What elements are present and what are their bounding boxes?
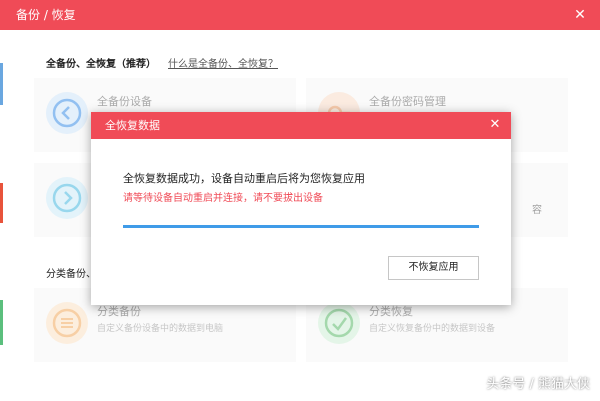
dialog-close-icon[interactable]: ✕ <box>485 115 505 135</box>
dialog-title: 全恢复数据 <box>105 119 160 132</box>
card-title: 全备份设备 <box>97 95 152 108</box>
full-restore-dialog: 全恢复数据 ✕ 全恢复数据成功，设备自动重启后将为您恢复应用 请等待设备自动重启… <box>91 112 511 305</box>
left-edge-blue-strip <box>0 63 3 105</box>
watermark: 头条号 / 熊猫大侠 <box>486 377 590 392</box>
left-edge-red-strip <box>0 183 3 223</box>
card-description: 容 <box>532 205 542 216</box>
full-backup-section-title: 全备份、全恢复（推荐） <box>46 59 156 70</box>
restore-arrow-icon <box>46 177 88 219</box>
card-title: 全备份密码管理 <box>369 95 446 108</box>
window-titlebar: 备份 / 恢复 ✕ <box>0 0 600 30</box>
backup-restore-window: 备份 / 恢复 ✕ 全备份、全恢复（推荐） 什么是全备份、全恢复？ 全备份设备 … <box>0 0 600 401</box>
dialog-warning: 请等待设备自动重启并连接，请不要拔出设备 <box>123 193 323 204</box>
left-edge-green-strip <box>0 300 3 345</box>
card-title: 分类备份 <box>97 305 141 318</box>
dialog-message: 全恢复数据成功，设备自动重启后将为您恢复应用 <box>123 172 365 185</box>
window-title: 备份 / 恢复 <box>16 8 76 22</box>
restore-progress-fill <box>123 225 479 228</box>
window-close-icon[interactable]: ✕ <box>570 5 590 25</box>
category-backup-section-title: 分类备份、 <box>46 269 96 280</box>
card-title: 分类恢复 <box>369 305 413 318</box>
backup-arrow-icon <box>46 92 88 134</box>
restore-progress-bar <box>123 225 479 228</box>
card-description: 自定义备份设备中的数据到电脑 <box>97 324 224 334</box>
full-backup-help-link[interactable]: 什么是全备份、全恢复？ <box>168 58 278 72</box>
card-description: 自定义恢复备份中的数据到设备 <box>369 324 496 334</box>
skip-restore-apps-button[interactable]: 不恢复应用 <box>388 256 479 280</box>
category-restore-icon <box>318 302 360 344</box>
dialog-titlebar: 全恢复数据 ✕ <box>91 112 511 139</box>
category-backup-icon <box>46 302 88 344</box>
